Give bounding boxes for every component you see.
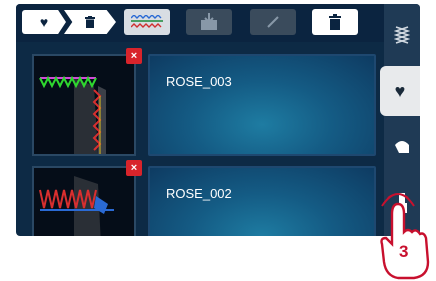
- tab-stitch[interactable]: [384, 10, 420, 60]
- import-icon: [201, 13, 217, 30]
- tab-hoop[interactable]: [384, 122, 420, 172]
- pattern-name: ROSE_003: [166, 74, 232, 89]
- close-icon: ×: [130, 162, 138, 174]
- stitch-preview-image: [34, 168, 134, 236]
- list-item[interactable]: × ROSE_003: [22, 48, 382, 156]
- tab-favorites[interactable]: ♥: [380, 66, 420, 116]
- trash-icon: [85, 16, 95, 28]
- toolbar: ♥: [16, 4, 384, 42]
- pencil-icon: [267, 16, 279, 28]
- trash-icon: [329, 14, 341, 30]
- stitch-pattern-button[interactable]: [124, 9, 170, 35]
- pattern-info-panel[interactable]: ROSE_003: [148, 54, 376, 156]
- pattern-list: × ROSE_003 × ROSE_002: [22, 48, 382, 236]
- stitch-icon: [394, 26, 410, 44]
- breadcrumb-delete[interactable]: [64, 10, 116, 34]
- stitch-preview-image: [34, 56, 134, 154]
- heart-icon: ♥: [394, 80, 406, 101]
- stitch-pattern-icon: [131, 15, 163, 28]
- pattern-thumbnail: [32, 54, 136, 156]
- remove-button[interactable]: ×: [126, 160, 142, 176]
- pattern-info-panel[interactable]: ROSE_002: [148, 166, 376, 236]
- list-item[interactable]: × ROSE_002: [22, 160, 382, 236]
- remove-button[interactable]: ×: [126, 48, 142, 64]
- step-number: 3: [399, 242, 409, 261]
- edit-button[interactable]: [250, 9, 296, 35]
- breadcrumb-favorites[interactable]: ♥: [22, 10, 66, 34]
- close-icon: ×: [130, 50, 138, 62]
- tap-hand-icon: [380, 193, 430, 280]
- pattern-thumbnail: [32, 166, 136, 236]
- import-button[interactable]: [186, 9, 232, 35]
- heart-icon: ♥: [39, 14, 49, 30]
- hoop-icon: [395, 141, 409, 153]
- delete-button[interactable]: [312, 9, 358, 35]
- machine-screen: ♥ × ROSE_003 × ROSE_002 ♥: [16, 4, 420, 236]
- pattern-name: ROSE_002: [166, 186, 232, 201]
